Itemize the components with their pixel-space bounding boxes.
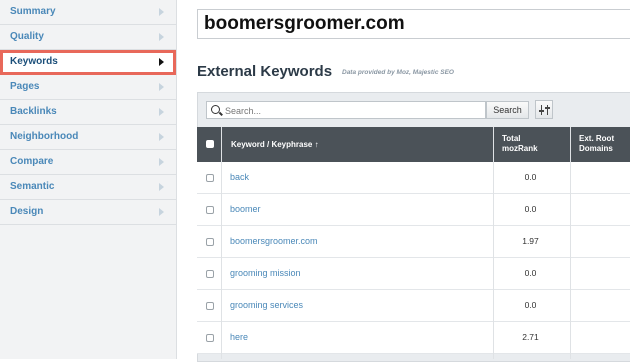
keyword-link[interactable]: grooming services: [230, 300, 303, 310]
column-filter-button[interactable]: [535, 100, 553, 119]
data-provider-note: Data provided by Moz, Majestic SEO: [342, 69, 454, 76]
search-icon: [211, 105, 220, 114]
keyword-link[interactable]: here: [230, 332, 248, 342]
chevron-right-icon: [159, 183, 164, 191]
sidebar-item-label: Compare: [10, 156, 54, 167]
domain-header: boomersgroomer.com: [197, 9, 630, 39]
mozrank-value: 0.0: [524, 300, 537, 310]
chevron-right-icon: [159, 8, 164, 16]
search-box[interactable]: [206, 101, 486, 119]
sidebar-item-label: Neighborhood: [10, 131, 79, 142]
column-divider: [221, 127, 222, 359]
sidebar-item-neighborhood[interactable]: Neighborhood: [0, 125, 176, 150]
sidebar-item-backlinks[interactable]: Backlinks: [0, 100, 176, 125]
sidebar-item-label: Semantic: [10, 181, 55, 192]
column-header-mozrank-line1[interactable]: Total: [502, 134, 521, 144]
column-divider: [493, 127, 494, 359]
search-input[interactable]: [223, 103, 477, 119]
column-divider: [570, 127, 571, 359]
sidebar-item-summary[interactable]: Summary: [0, 0, 176, 25]
sidebar-item-design[interactable]: Design: [0, 200, 176, 225]
sidebar-item-label: Keywords: [10, 56, 58, 67]
table-header: Keyword / Keyphrase ↑ Total mozRank Ext.…: [197, 127, 630, 162]
chevron-right-icon: [159, 133, 164, 141]
sidebar-item-pages[interactable]: Pages: [0, 75, 176, 100]
table-row: grooming mission 0.0: [197, 258, 630, 290]
chevron-right-icon: [159, 33, 164, 41]
domain-title: boomersgroomer.com: [204, 13, 405, 34]
mozrank-value: 2.71: [522, 332, 539, 342]
column-header-keyword[interactable]: Keyword / Keyphrase ↑: [231, 140, 319, 150]
column-header-mozrank-line2[interactable]: mozRank: [502, 144, 538, 154]
row-checkbox[interactable]: [206, 238, 214, 246]
keyword-link[interactable]: grooming mission: [230, 268, 301, 278]
chevron-right-icon: [159, 158, 164, 166]
chevron-right-icon: [159, 108, 164, 116]
mozrank-value: 1.97: [522, 236, 539, 246]
section-title: External Keywords: [197, 63, 333, 80]
table-row: boomersgroomer.com 1.97: [197, 226, 630, 258]
sidebar-item-label: Summary: [10, 6, 56, 17]
sidebar-item-compare[interactable]: Compare: [0, 150, 176, 175]
sidebar: Summary Quality Keywords Pages Backlinks…: [0, 0, 177, 359]
mozrank-value: 0.0: [524, 268, 537, 278]
keyword-link[interactable]: boomersgroomer.com: [230, 236, 318, 246]
chevron-right-icon: [159, 83, 164, 91]
sidebar-item-label: Quality: [10, 31, 44, 42]
sidebar-item-semantic[interactable]: Semantic: [0, 175, 176, 200]
column-header-ext-domains-line2[interactable]: Domains: [579, 144, 613, 154]
mozrank-value: 0.0: [524, 204, 537, 214]
row-checkbox[interactable]: [206, 302, 214, 310]
table-row: here 2.71: [197, 322, 630, 354]
search-button[interactable]: Search: [486, 101, 529, 119]
keyword-link[interactable]: boomer: [230, 204, 261, 214]
row-checkbox[interactable]: [206, 174, 214, 182]
mozrank-value: 0.0: [524, 172, 537, 182]
row-checkbox[interactable]: [206, 270, 214, 278]
sidebar-item-quality[interactable]: Quality: [0, 25, 176, 50]
sidebar-item-label: Design: [10, 206, 44, 217]
select-all-checkbox[interactable]: [206, 140, 214, 148]
sidebar-item-label: Pages: [10, 81, 40, 92]
sidebar-item-label: Backlinks: [10, 106, 57, 117]
table-row: grooming services 0.0: [197, 290, 630, 322]
chevron-right-icon: [159, 208, 164, 216]
row-checkbox[interactable]: [206, 334, 214, 342]
keyword-link[interactable]: back: [230, 172, 249, 182]
row-checkbox[interactable]: [206, 206, 214, 214]
table-row: back 0.0: [197, 162, 630, 194]
sidebar-item-keywords[interactable]: Keywords: [0, 50, 176, 75]
column-header-ext-domains-line1[interactable]: Ext. Root: [579, 134, 614, 144]
table-row: boomer 0.0: [197, 194, 630, 226]
chevron-right-icon: [159, 58, 164, 66]
